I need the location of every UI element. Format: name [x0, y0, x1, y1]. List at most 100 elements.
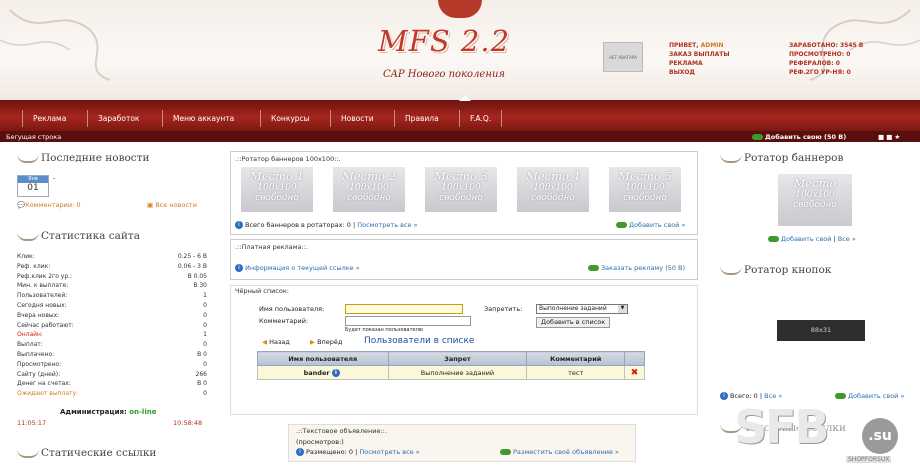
- bl-user-label: Имя пользователя:: [259, 305, 325, 313]
- col-ban: Запрет: [387, 351, 528, 366]
- stat-label: Клик:: [17, 253, 35, 260]
- stat-label: Просмотрено:: [17, 360, 62, 368]
- banner-slot-1[interactable]: Место 1 100x100 свободно: [241, 167, 313, 212]
- delete-icon[interactable]: ✖: [624, 365, 645, 380]
- menu-link-ads[interactable]: РЕКЛАМА: [669, 59, 730, 68]
- right-all2-link[interactable]: Все »: [764, 392, 782, 400]
- add-icon: [588, 265, 599, 271]
- site-logo[interactable]: MFS 2.2: [378, 24, 548, 58]
- stat-value: 0: [203, 390, 207, 398]
- nav-item-account[interactable]: Меню аккаунта: [162, 110, 244, 127]
- text-ad-place-link[interactable]: Разместить своё объявление »: [500, 448, 619, 456]
- stat-value: 1: [203, 331, 207, 339]
- stat-row: Онлайн: 1: [17, 331, 207, 341]
- static-links-heading: Статические ссылки: [17, 447, 156, 459]
- right-add2-link[interactable]: Добавить свой »: [835, 392, 904, 400]
- nav-item-ads[interactable]: Реклама: [22, 110, 76, 127]
- right-all-link[interactable]: Все »: [838, 235, 856, 243]
- avatar: НЕТ АВАТАРА: [603, 42, 643, 72]
- banner-slot-2[interactable]: Место 2 100x100 свободно: [333, 167, 405, 212]
- button-rotator-heading: Ротатор кнопок: [720, 264, 831, 276]
- server-time: 11:05:17: [17, 419, 47, 427]
- stat-row: Мин. к выплате: В 30: [17, 282, 207, 292]
- col-username: Имя пользователя: [257, 351, 389, 366]
- info-icon[interactable]: i: [331, 368, 340, 377]
- rotator-add-link[interactable]: Добавить свой »: [616, 221, 685, 229]
- ticker-bar: Бегущая строка Добавить свою (50 В) ■ ■ …: [0, 131, 920, 142]
- nav-item-rules[interactable]: Правила: [394, 110, 449, 127]
- text-ad-placed: i Размещено: 0 | Посмотреть все »: [296, 448, 420, 456]
- news-comments-link[interactable]: 💬Комментарии: 0: [17, 201, 80, 209]
- add-icon: [835, 393, 846, 399]
- row-comment: тест: [526, 365, 625, 380]
- button-slot-88x31[interactable]: 88x31: [777, 320, 865, 341]
- bl-comment-input[interactable]: [345, 316, 471, 326]
- rotator-view-all-link[interactable]: Посмотреть все »: [357, 221, 417, 229]
- banner-slot-5[interactable]: Место 5 100x100 свободно: [609, 167, 681, 212]
- stat-row: Выплат: 0: [17, 341, 207, 351]
- watermark-logo: SFB .su SHOPFORSUX: [730, 400, 910, 470]
- row-username: bander i: [257, 365, 389, 380]
- stat-label: Онлайн:: [17, 331, 44, 339]
- user-stats: ЗАРАБОТАНО: 3545 В ПРОСМОТРЕНО: 0 РЕФЕРА…: [789, 41, 863, 77]
- nav-item-earn[interactable]: Заработок: [87, 110, 149, 127]
- stat-value: В 0: [197, 351, 207, 358]
- menu-link-logout[interactable]: ВЫХОД: [669, 68, 730, 77]
- add-icon: [616, 222, 627, 228]
- bl-back-link[interactable]: ◀ Назад: [262, 338, 290, 346]
- ticker-add-link[interactable]: Добавить свою (50 В): [752, 133, 846, 141]
- stat-row: Сайту (дней): 266: [17, 371, 207, 381]
- col-comment: Комментарий: [526, 351, 625, 366]
- ticker-controls-icon[interactable]: ■ ■ ★: [878, 133, 900, 141]
- stat-row: Денег на счетах: В 0: [17, 380, 207, 390]
- ticker-label: Бегущая строка: [6, 133, 62, 141]
- news-item-text[interactable]: -: [53, 174, 55, 182]
- bl-add-button[interactable]: Добавить в список: [536, 317, 611, 328]
- table-header: Имя пользователя Запрет Комментарий: [257, 351, 645, 366]
- stat-label: Мин. к выплате:: [17, 282, 69, 290]
- right-banner-slot[interactable]: Место 100x100 свободно: [778, 174, 852, 226]
- swirl-icon: [17, 449, 39, 458]
- stat-value: В 0: [197, 380, 207, 388]
- add-icon: [768, 236, 779, 242]
- paid-info-link[interactable]: i Информация о текущей ссылке »: [235, 264, 360, 272]
- admin-status: Администрация: on-line: [60, 408, 157, 416]
- swirl-icon: [720, 266, 742, 275]
- bl-username-input[interactable]: [345, 304, 463, 314]
- swirl-icon: [17, 154, 39, 163]
- stat-label: Вчера новых:: [17, 311, 60, 319]
- bl-comment-label: Комментарий:: [259, 317, 309, 325]
- stat-value: 0: [203, 321, 207, 329]
- rotator-title: .::Ротатор баннеров 100x100::.: [235, 155, 341, 163]
- nav-item-news[interactable]: Новости: [330, 110, 384, 127]
- stat-row: Реф.клик 2го ур.: В 0.05: [17, 273, 207, 283]
- text-ad-view-all-link[interactable]: Посмотреть все »: [359, 448, 419, 456]
- banner-slot-3[interactable]: Место 3 100x100 свободно: [425, 167, 497, 212]
- menu-link-payout[interactable]: ЗАКАЗ ВЫПЛАТЫ: [669, 50, 730, 59]
- nav-item-faq[interactable]: F.A.Q.: [459, 110, 503, 127]
- stat-row: Сегодня новых: 0: [17, 302, 207, 312]
- stat-row: Выплачено: В 0: [17, 351, 207, 361]
- paid-ad-title: .::Платная реклама::.: [235, 243, 308, 251]
- stat-row: Сейчас работают: 0: [17, 322, 207, 332]
- stat-referrals-2: РЕФ.2ГО УР-НЯ: 0: [789, 69, 851, 76]
- bl-hint: Будет показан пользователю: [345, 327, 424, 333]
- stat-viewed: ПРОСМОТРЕНО: 0: [789, 51, 851, 58]
- swirl-icon: [17, 232, 39, 241]
- nav-item-contests[interactable]: Конкурсы: [260, 110, 320, 127]
- add-icon: [752, 134, 763, 140]
- banner-slot-4[interactable]: Место 4 100x100 свободно: [517, 167, 589, 212]
- all-news-link[interactable]: ▣ Все новости: [147, 201, 197, 209]
- row-ban: Выполнение заданий: [387, 365, 528, 380]
- paid-order-link[interactable]: Заказать рекламу (50 В): [588, 264, 685, 272]
- bl-forward-link[interactable]: ▶ Вперёд: [310, 338, 342, 346]
- text-ad-views: (просмотров:): [296, 438, 344, 446]
- stat-value: В 30: [193, 282, 207, 290]
- bl-ban-select[interactable]: Выполнение заданий ▼: [536, 304, 628, 314]
- username[interactable]: ADMIN: [701, 42, 724, 49]
- right-add-link[interactable]: Добавить свой | Все »: [768, 235, 856, 243]
- stat-value: 0: [203, 302, 207, 309]
- stat-referrals: РЕФЕРАЛОВ: 0: [789, 60, 840, 67]
- text-ad-title: .::Текстовое объявление::.: [296, 427, 387, 435]
- site-header: MFS 2.2 CAP Нового поколения НЕТ АВАТАРА…: [0, 0, 920, 100]
